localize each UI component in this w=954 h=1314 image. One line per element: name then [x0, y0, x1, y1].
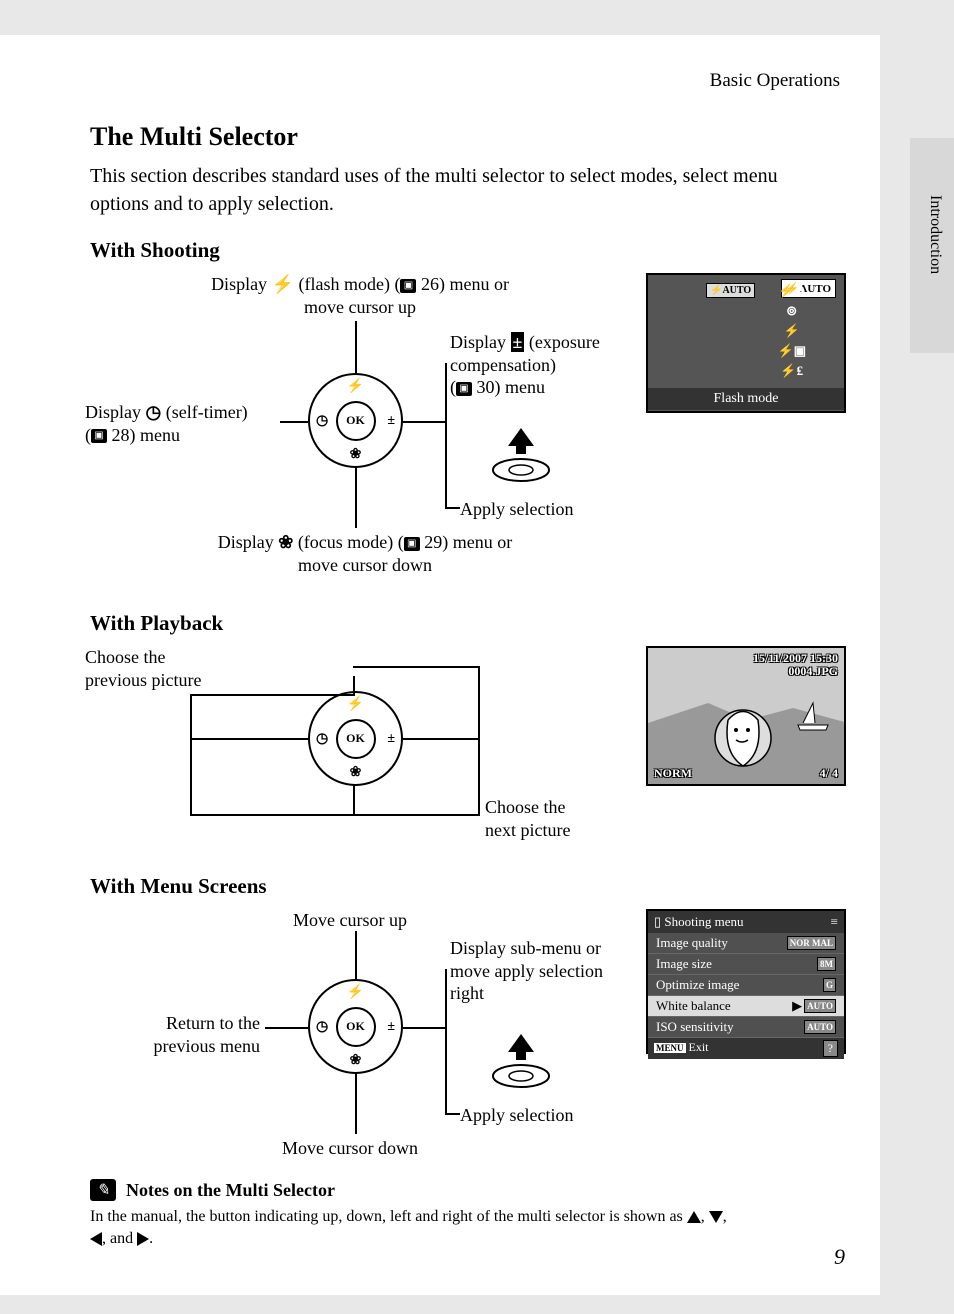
intro-paragraph: This section describes standard uses of … — [90, 162, 840, 218]
side-tab-label: Introduction — [926, 195, 944, 274]
menu-title-bar: ▯ Shooting menu≡ — [648, 911, 844, 933]
shooting-heading: With Shooting — [90, 238, 840, 263]
flash-auto-badge: ⚡AUTO — [706, 283, 755, 298]
menu-exit-bar: MENU Exit ? — [648, 1038, 844, 1059]
shooting-diagram: Display ⚡ (flash mode) (▣ 26) menu ormov… — [90, 273, 850, 593]
menu-heading: With Menu Screens — [90, 874, 840, 899]
playback-diagram: Choose theprevious picture Choose thenex… — [90, 646, 850, 856]
multi-selector-dial: OK ⚡ ❀ ◷ ± — [308, 373, 403, 468]
apply-selection-label-menu: Apply selection — [460, 1104, 573, 1127]
prev-picture-label: Choose theprevious picture — [85, 646, 245, 691]
page-content: Basic Operations The Multi Selector This… — [0, 35, 880, 1295]
prev-menu-label: Return to theprevious menu — [120, 1012, 260, 1057]
flash-mode-screen: ⚡AUTO ⚡AUTO ⚡⊘⊚⚡⚡▣⚡₤ Flash mode — [646, 273, 846, 413]
menu-item: Image qualityNOR MAL — [648, 933, 844, 954]
multi-selector-dial: OK ⚡ ❀ ◷ ± — [308, 979, 403, 1074]
shooting-menu-screen: ▯ Shooting menu≡ Image qualityNOR MALIma… — [646, 909, 846, 1054]
right-triangle-icon — [137, 1232, 149, 1246]
playback-bottom-bar: NORM 4/ 4 — [654, 766, 838, 781]
pageref-icon: ▣ — [91, 429, 107, 443]
focus-mode-label: Display ❀ (focus mode) (▣ 29) menu ormov… — [155, 531, 575, 576]
flash-mode-list: ⚡⊘⊚⚡⚡▣⚡₤ — [778, 283, 806, 379]
playback-heading: With Playback — [90, 611, 840, 636]
next-picture-label: Choose thenext picture — [485, 796, 645, 841]
timer-icon: ◷ — [316, 1018, 328, 1035]
playback-info: 15/11/2007 15:30 0004.JPG — [753, 652, 838, 678]
press-ok-icon — [490, 1034, 552, 1089]
page-title: The Multi Selector — [90, 122, 840, 152]
exposure-icon: ± — [387, 1019, 395, 1035]
up-triangle-icon — [687, 1211, 701, 1223]
flash-icon: ⚡ — [347, 378, 364, 395]
menu-item: Optimize imageG — [648, 975, 844, 996]
note-icon: ✎ — [90, 1179, 116, 1201]
left-triangle-icon — [90, 1232, 102, 1246]
cursor-up-label: Move cursor up — [250, 909, 450, 932]
menu-item: Image size8M — [648, 954, 844, 975]
press-ok-icon — [490, 428, 552, 483]
page-number: 9 — [834, 1244, 845, 1270]
playback-screen: 15/11/2007 15:30 0004.JPG NORM 4/ 4 — [646, 646, 846, 786]
submenu-label: Display sub-menu ormove apply selectionr… — [450, 937, 645, 1005]
self-timer-label: Display ◷ (self-timer)(▣ 28) menu — [85, 401, 285, 446]
ok-button: OK — [336, 401, 376, 441]
apply-selection-label: Apply selection — [460, 498, 573, 521]
macro-icon: ❀ — [350, 1052, 362, 1069]
notes-body: In the manual, the button indicating up,… — [90, 1206, 840, 1249]
flash-icon: ⚡ — [347, 984, 364, 1001]
notes-section: ✎ Notes on the Multi Selector In the man… — [90, 1179, 840, 1249]
flash-mode-caption: Flash mode — [648, 388, 844, 410]
chapter-header: Basic Operations — [90, 70, 840, 92]
timer-icon: ◷ — [316, 730, 328, 747]
notes-title: Notes on the Multi Selector — [126, 1180, 335, 1201]
macro-icon: ❀ — [350, 446, 362, 463]
down-triangle-icon — [709, 1211, 723, 1223]
multi-selector-dial: OK ⚡ ❀ ◷ ± — [308, 691, 403, 786]
ok-button: OK — [336, 719, 376, 759]
menu-item: ISO sensitivityAUTO — [648, 1017, 844, 1038]
macro-icon: ❀ — [350, 764, 362, 781]
exposure-comp-label: Display ± (exposurecompensation)(▣ 30) m… — [450, 331, 640, 399]
flash-mode-label: Display ⚡ (flash mode) (▣ 26) menu ormov… — [160, 273, 560, 318]
exposure-icon: ± — [387, 413, 395, 429]
exposure-icon: ± — [387, 731, 395, 747]
timer-icon: ◷ — [316, 412, 328, 429]
flash-icon: ⚡ — [347, 696, 364, 713]
pageref-icon: ▣ — [400, 279, 416, 293]
cursor-down-label: Move cursor down — [245, 1137, 455, 1160]
ok-button: OK — [336, 1007, 376, 1047]
menu-item: White balance▶AUTO — [648, 996, 844, 1017]
menu-diagram: Move cursor up Move cursor down Return t… — [90, 909, 850, 1169]
pageref-icon: ▣ — [456, 382, 472, 396]
pageref-icon: ▣ — [404, 537, 420, 551]
